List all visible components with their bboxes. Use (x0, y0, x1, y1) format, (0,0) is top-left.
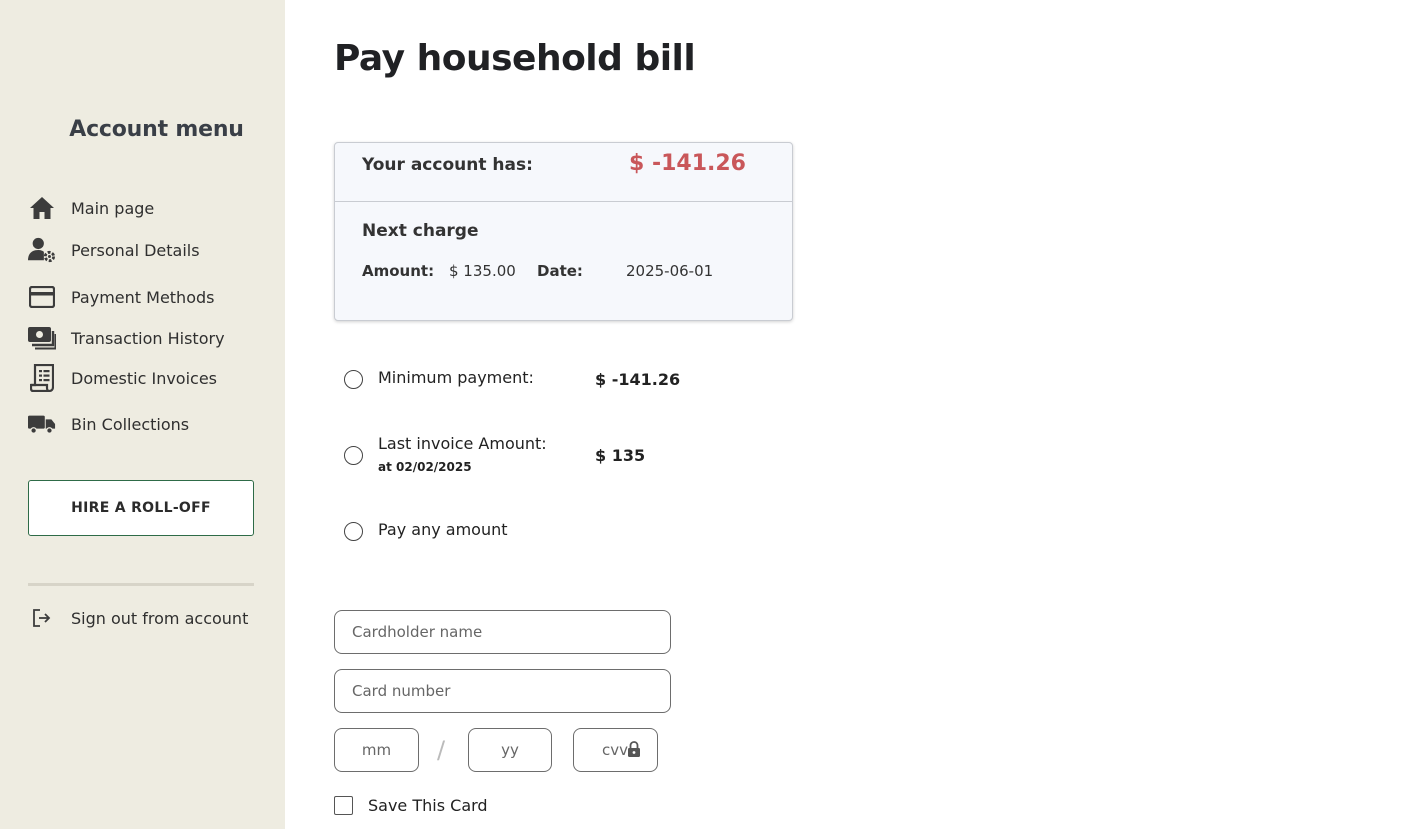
last-invoice-amount: $ 135 (595, 446, 646, 465)
home-icon (28, 194, 56, 222)
save-card-label: Save This Card (368, 796, 488, 815)
pay-any-amount-radio[interactable] (344, 522, 363, 541)
last-invoice-radio[interactable] (344, 446, 363, 465)
money-stack-icon (28, 324, 56, 352)
sidebar-item-payment-methods[interactable]: Payment Methods (28, 283, 214, 311)
sidebar-item-label: Personal Details (71, 240, 200, 260)
minimum-payment-radio[interactable] (344, 370, 363, 389)
minimum-payment-amount: $ -141.26 (595, 370, 681, 389)
cardholder-name-input[interactable] (334, 610, 671, 654)
sign-out-icon (28, 604, 56, 632)
lock-icon (627, 741, 641, 761)
sidebar-item-label: Domestic Invoices (71, 368, 218, 388)
balance-value: $ -141.26 (629, 151, 746, 176)
minimum-payment-label: Minimum payment: (378, 368, 534, 387)
balance-label: Your account has: (362, 155, 533, 175)
sidebar-item-label: Main page (71, 198, 155, 218)
hire-roll-off-button[interactable]: HIRE A ROLL-OFF (28, 480, 254, 536)
last-invoice-label: Last invoice Amount: (378, 434, 547, 453)
date-label: Date: (537, 262, 583, 280)
sign-out-link[interactable]: Sign out from account (28, 604, 248, 632)
sidebar-item-domestic-invoices[interactable]: Domestic Invoices (28, 364, 217, 392)
sidebar-item-personal-details[interactable]: Personal Details (28, 236, 200, 264)
pay-any-amount-label: Pay any amount (378, 520, 508, 539)
sidebar-item-main-page[interactable]: Main page (28, 194, 154, 222)
save-card-row[interactable]: Save This Card (334, 796, 488, 815)
sign-out-label: Sign out from account (71, 608, 249, 628)
balance-row: Your account has: $ -141.26 (335, 143, 792, 202)
option-pay-any-amount[interactable]: Pay any amount (344, 520, 508, 541)
expiry-separator: / (437, 736, 446, 764)
sidebar-item-transaction-history[interactable]: Transaction History (28, 324, 225, 352)
sidebar-item-bin-collections[interactable]: Bin Collections (28, 410, 189, 438)
card-number-input[interactable] (334, 669, 671, 713)
sidebar-item-label: Payment Methods (71, 287, 215, 307)
next-charge-title: Next charge (362, 221, 479, 241)
account-summary-card: Your account has: $ -141.26 Next charge … (334, 142, 793, 321)
page-title: Pay household bill (334, 38, 696, 79)
receipt-icon (28, 364, 56, 392)
sidebar-divider (28, 583, 254, 586)
date-value: 2025-06-01 (626, 262, 714, 280)
option-last-invoice[interactable]: Last invoice Amount: at 02/02/2025 $ 135 (344, 434, 645, 474)
amount-label: Amount: (362, 262, 435, 280)
sidebar-item-label: Bin Collections (71, 414, 190, 434)
option-minimum-payment[interactable]: Minimum payment: $ -141.26 (344, 368, 680, 389)
last-invoice-date: at 02/02/2025 (378, 460, 472, 474)
amount-value: $ 135.00 (449, 262, 516, 280)
truck-icon (28, 410, 56, 438)
save-card-checkbox[interactable] (334, 796, 353, 815)
cvv-input[interactable] (573, 728, 658, 772)
credit-card-icon (28, 283, 56, 311)
expiry-year-input[interactable] (468, 728, 552, 772)
sidebar: Account menu Main page Personal Details … (0, 0, 285, 829)
user-gear-icon (28, 236, 56, 264)
sidebar-title: Account menu (69, 117, 244, 142)
sidebar-item-label: Transaction History (71, 328, 225, 348)
expiry-month-input[interactable] (334, 728, 419, 772)
